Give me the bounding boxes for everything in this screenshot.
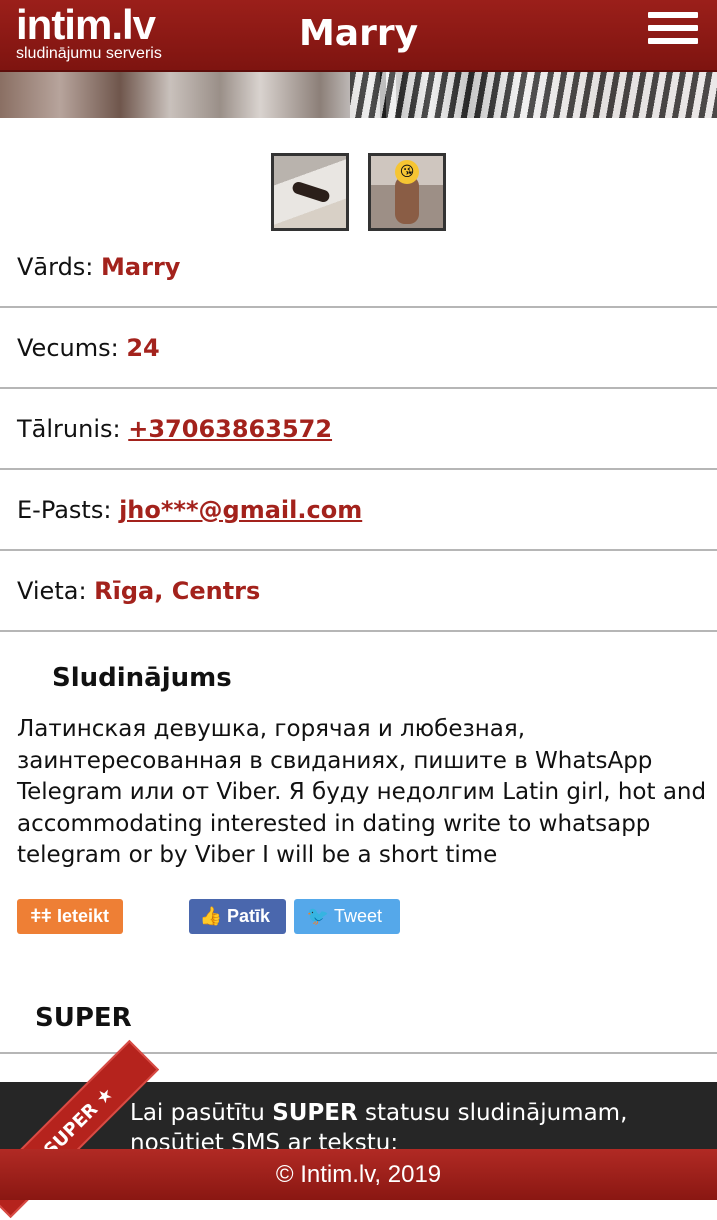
age-label: Vecums:: [17, 334, 119, 362]
phone-link[interactable]: +37063863572: [128, 415, 332, 443]
divider: [0, 1052, 717, 1054]
phone-label: Tālrunis:: [17, 415, 121, 443]
photo-thumbnail-2[interactable]: 😘: [368, 153, 447, 231]
photo-gallery: 😘: [0, 153, 717, 231]
phone-row: Tālrunis: +37063863572: [0, 390, 717, 470]
page-title: Marry: [298, 13, 419, 54]
email-row: E-Pasts: jho***@gmail.com: [0, 471, 717, 551]
report-button[interactable]: ǂǂ Ieteikt: [17, 899, 123, 934]
tweet-button[interactable]: 🐦 Tweet: [294, 899, 400, 934]
header-banner-image: [0, 72, 717, 118]
kiss-emoji-icon: 😘: [395, 160, 420, 184]
name-label: Vārds:: [17, 253, 94, 281]
tweet-label: Tweet: [334, 906, 383, 926]
name-row: Vārds: Marry: [0, 228, 717, 308]
ad-title: Sludinājums: [52, 663, 232, 693]
location-label: Vieta:: [17, 577, 87, 605]
facebook-like-button[interactable]: 👍 Patīk: [189, 899, 286, 934]
ad-text: Латинская девушка, горячая и любезная, з…: [17, 716, 707, 868]
report-icon: ǂǂ: [30, 906, 52, 926]
twitter-bird-icon: 🐦: [306, 906, 330, 926]
email-label: E-Pasts:: [17, 496, 112, 524]
super-section-title: SUPER: [35, 1003, 132, 1033]
report-label: Ieteikt: [57, 906, 110, 926]
like-label: Patīk: [227, 906, 271, 926]
email-link[interactable]: jho***@gmail.com: [119, 496, 362, 524]
super-text-prefix: Lai pasūtītu: [130, 1100, 273, 1126]
photo-thumbnail-1[interactable]: [270, 153, 349, 231]
location-value: Rīga, Centrs: [94, 577, 261, 605]
footer-copyright: © Intim.lv, 2019: [0, 1149, 717, 1200]
name-value: Marry: [101, 253, 181, 281]
site-header: intim.lv sludinājumu serveris Marry: [0, 0, 717, 72]
hamburger-menu-icon[interactable]: [648, 12, 698, 56]
thumbs-up-icon: 👍: [199, 906, 223, 926]
location-row: Vieta: Rīga, Centrs: [0, 552, 717, 632]
age-row: Vecums: 24: [0, 309, 717, 389]
age-value: 24: [126, 334, 160, 362]
super-text-bold: SUPER: [272, 1100, 358, 1126]
